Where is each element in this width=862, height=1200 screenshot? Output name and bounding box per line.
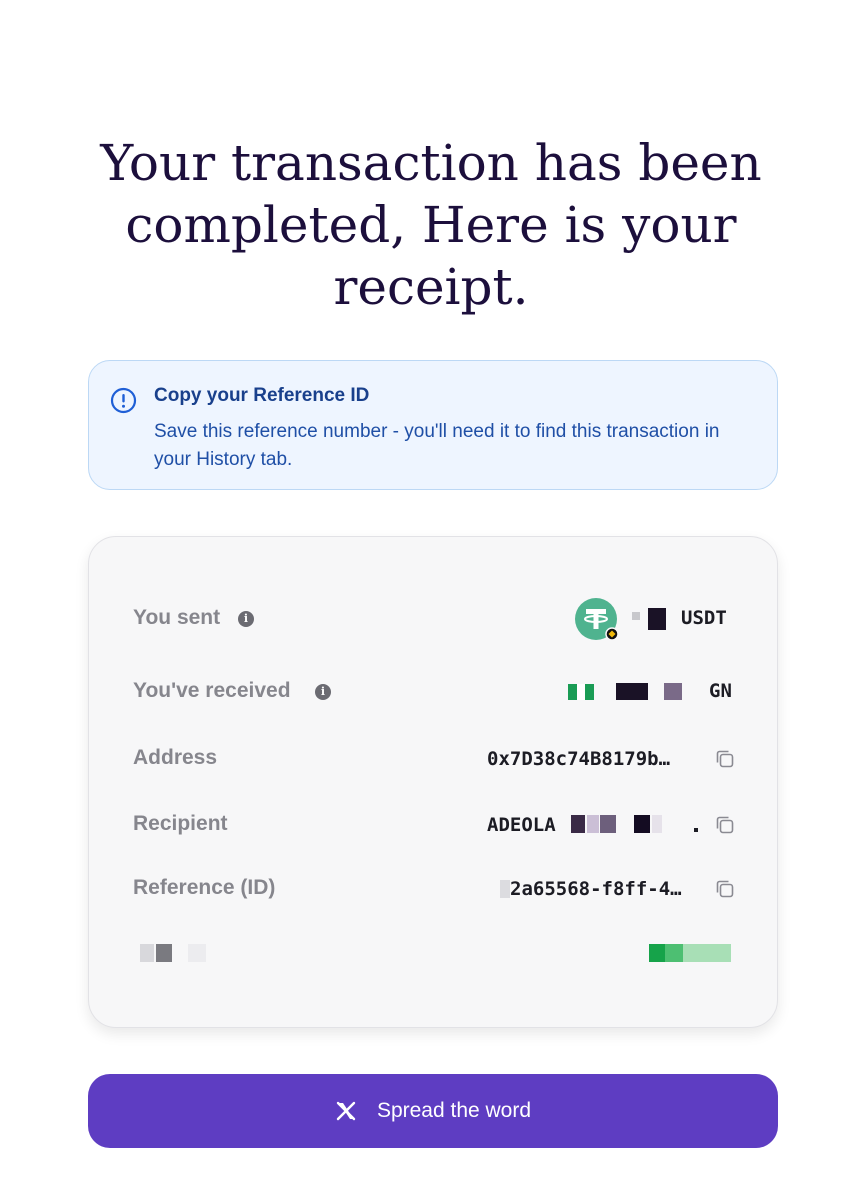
tether-usdt-icon — [575, 598, 618, 641]
redacted-block — [683, 944, 731, 962]
copy-icon[interactable] — [714, 878, 736, 900]
sent-info-icon[interactable]: i — [238, 611, 254, 627]
redacted-block — [664, 683, 682, 700]
received-label: You've received — [133, 679, 291, 702]
sent-currency: USDT — [681, 607, 727, 629]
redacted-block — [694, 828, 698, 832]
redacted-block — [652, 815, 662, 833]
spread-label: Spread the word — [376, 1099, 532, 1122]
copy-icon[interactable] — [714, 814, 736, 836]
copy-icon[interactable] — [714, 748, 736, 770]
redacted-block — [140, 944, 154, 962]
redacted-block — [600, 815, 616, 833]
notice-title: Copy your Reference ID — [154, 385, 370, 406]
redacted-block — [665, 944, 683, 962]
notice-body: Save this reference number - you'll need… — [154, 421, 720, 470]
page-title: Your transaction has been completed, Her… — [90, 132, 772, 318]
received-info-icon[interactable]: i — [315, 684, 331, 700]
title-line: receipt. — [333, 258, 529, 316]
redacted-block — [571, 815, 585, 833]
spread-the-word-button[interactable]: Spread the word — [88, 1074, 778, 1148]
redacted-block — [649, 944, 665, 962]
recipient-value: ADEOLA — [487, 814, 556, 836]
redacted-block — [156, 944, 172, 962]
reference-value: 2a65568-f8ff-4… — [510, 878, 682, 900]
nigeria-flag-icon — [568, 684, 594, 700]
redacted-block — [616, 683, 648, 700]
address-label: Address — [133, 746, 218, 769]
redacted-block — [500, 880, 510, 898]
redacted-block — [632, 612, 640, 620]
title-line: completed, Here is your — [125, 196, 737, 254]
received-currency: GN — [709, 680, 732, 702]
recipient-label: Recipient — [133, 812, 228, 835]
reference-label: Reference (ID) — [133, 876, 276, 899]
redacted-block — [587, 815, 599, 833]
redacted-block — [188, 944, 206, 962]
info-circle-icon — [110, 387, 137, 414]
x-logo-icon — [336, 1101, 356, 1121]
address-value: 0x7D38c74B8179b… — [487, 748, 671, 770]
redacted-block — [634, 815, 650, 833]
redacted-block — [648, 608, 666, 630]
sent-label: You sent — [133, 606, 221, 629]
title-line: Your transaction has been — [100, 134, 762, 192]
